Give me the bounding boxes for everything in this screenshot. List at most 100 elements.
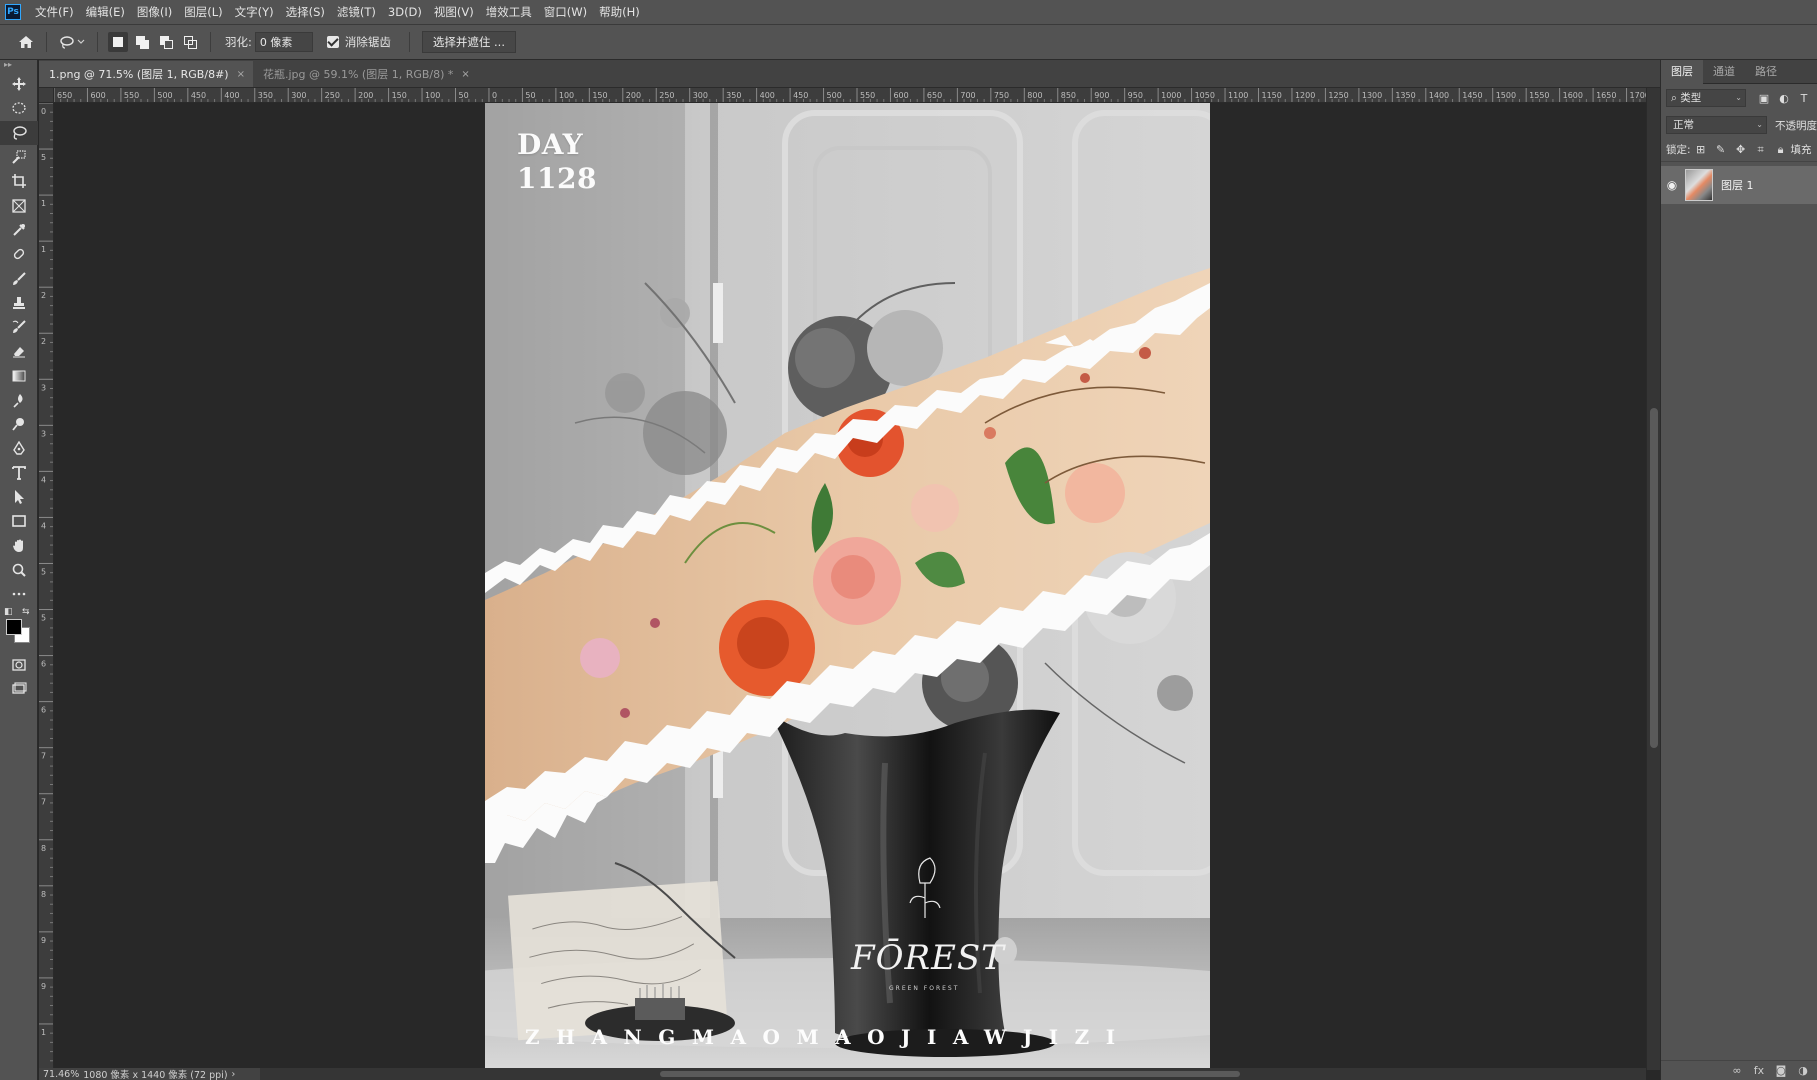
document-info: 1080 像素 x 1440 像素 (72 ppi)	[83, 1070, 228, 1080]
menu-select[interactable]: 选择(S)	[280, 0, 331, 25]
tab-1-png[interactable]: 1.png @ 71.5% (图层 1, RGB/8#) ×	[39, 61, 253, 87]
blur-tool-icon[interactable]	[0, 388, 38, 412]
menu-window[interactable]: 窗口(W)	[538, 0, 593, 25]
menu-image[interactable]: 图像(I)	[131, 0, 178, 25]
zoom-tool-icon[interactable]	[0, 558, 38, 582]
swap-colors-icon[interactable]: ⇆	[22, 607, 30, 617]
lock-all-icon[interactable]: 🔒︎	[1771, 141, 1791, 159]
close-icon[interactable]: ×	[237, 69, 245, 80]
lasso-preset-icon[interactable]	[55, 30, 89, 54]
link-layers-icon[interactable]: ∞	[1726, 1064, 1748, 1077]
vertical-scrollbar-thumb[interactable]	[1650, 408, 1658, 748]
healing-brush-tool-icon[interactable]	[0, 242, 38, 266]
lock-transparent-pixels-icon[interactable]: ⊞	[1691, 141, 1711, 159]
lasso-tool-icon[interactable]	[0, 120, 38, 145]
ruler-label: 650	[927, 91, 942, 100]
ruler-label: 600	[893, 91, 908, 100]
type-tool-icon[interactable]	[0, 461, 38, 485]
horizontal-scrollbar[interactable]	[260, 1068, 1646, 1080]
photoshop-logo-icon[interactable]: Ps	[5, 4, 21, 20]
poster-artwork	[485, 103, 1210, 1068]
new-selection-icon[interactable]	[108, 32, 128, 52]
intersect-selection-icon[interactable]	[180, 32, 200, 52]
history-brush-tool-icon[interactable]	[0, 315, 38, 339]
move-tool-icon[interactable]	[0, 72, 38, 96]
ruler-label: 150	[592, 91, 607, 100]
menu-help[interactable]: 帮助(H)	[593, 0, 646, 25]
menu-edit[interactable]: 编辑(E)	[80, 0, 131, 25]
vertical-scrollbar[interactable]	[1646, 88, 1660, 1070]
menu-bar: Ps 文件(F) 编辑(E) 图像(I) 图层(L) 文字(Y) 选择(S) 滤…	[0, 0, 1817, 25]
menu-plugins[interactable]: 增效工具	[480, 0, 538, 25]
eye-icon[interactable]: ◉	[1661, 178, 1683, 192]
tab-label: 花瓶.jpg @ 59.1% (图层 1, RGB/8) *	[262, 68, 454, 81]
quick-mask-icon[interactable]	[0, 653, 38, 677]
toolbar-grip-icon[interactable]: ▸▸	[0, 60, 37, 72]
status-bar: 71.46% 1080 像素 x 1440 像素 (72 ppi) ›	[39, 1068, 260, 1080]
marquee-tool-icon[interactable]	[0, 96, 38, 120]
ruler-label: 100	[559, 91, 574, 100]
screen-mode-icon[interactable]	[0, 677, 38, 701]
document-image[interactable]: DAY 1128 FŌREST GREEN FOREST ZHANGMAOMAO…	[485, 103, 1210, 1068]
ruler-label: 200	[626, 91, 641, 100]
default-colors-icon[interactable]: ◧	[4, 607, 13, 617]
antialias-checkbox[interactable]	[326, 36, 339, 48]
path-selection-tool-icon[interactable]	[0, 485, 38, 509]
eraser-tool-icon[interactable]	[0, 339, 38, 363]
status-arrow-icon[interactable]: ›	[232, 1069, 236, 1080]
select-and-mask-button[interactable]: 选择并遮住 ...	[421, 31, 516, 53]
frame-tool-icon[interactable]	[0, 193, 38, 217]
tab-vase-jpg[interactable]: 花瓶.jpg @ 59.1% (图层 1, RGB/8) * ×	[253, 61, 478, 87]
more-tools-icon[interactable]	[0, 582, 38, 606]
menu-filter[interactable]: 滤镜(T)	[331, 0, 382, 25]
eyedropper-tool-icon[interactable]	[0, 218, 38, 242]
forest-logo-subtext: GREEN FOREST	[889, 985, 960, 992]
rectangle-tool-icon[interactable]	[0, 509, 38, 533]
gradient-tool-icon[interactable]	[0, 364, 38, 388]
layer-thumbnail[interactable]	[1685, 169, 1713, 201]
object-selection-tool-icon[interactable]	[0, 145, 38, 169]
vertical-ruler[interactable]: 0 5 1 1 2 2 3 3 4 4 5 5 6 6 7 7 8 8 9 9 1	[39, 103, 54, 1070]
hand-tool-icon[interactable]	[0, 534, 38, 558]
horizontal-ruler[interactable]: 650 600 550 500 450 400 350 300 250 200 150 100 50 0 5…	[54, 88, 1660, 103]
home-icon[interactable]	[14, 30, 38, 54]
close-icon[interactable]: ×	[461, 69, 469, 80]
feather-input[interactable]	[254, 32, 313, 52]
add-to-selection-icon[interactable]	[132, 32, 152, 52]
clone-stamp-tool-icon[interactable]	[0, 291, 38, 315]
blend-mode-select[interactable]: 正常 ⌄	[1666, 116, 1767, 134]
adjustment-layer-icon[interactable]: ◑	[1792, 1064, 1814, 1077]
image-filter-icon[interactable]: ▣	[1754, 89, 1774, 107]
menu-layer[interactable]: 图层(L)	[178, 0, 228, 25]
lock-image-pixels-icon[interactable]: ✎	[1711, 141, 1731, 159]
tab-layers[interactable]: 图层	[1661, 59, 1703, 84]
pen-tool-icon[interactable]	[0, 436, 38, 460]
subtract-from-selection-icon[interactable]	[156, 32, 176, 52]
dodge-tool-icon[interactable]	[0, 412, 38, 436]
lock-position-icon[interactable]: ✥	[1731, 141, 1751, 159]
menu-file[interactable]: 文件(F)	[29, 0, 80, 25]
ruler-label: 750	[994, 91, 1009, 100]
zoom-level[interactable]: 71.46%	[43, 1069, 79, 1080]
adjustment-filter-icon[interactable]: ◐	[1774, 89, 1794, 107]
layer-filter-row: ⌕ 类型 ⌄ ▣ ◐ T	[1661, 84, 1817, 112]
lock-artboard-icon[interactable]: ⌗	[1751, 141, 1771, 159]
brush-tool-icon[interactable]	[0, 266, 38, 290]
ruler-label: 1050	[1195, 91, 1215, 100]
tab-channels[interactable]: 通道	[1703, 60, 1745, 84]
horizontal-scrollbar-thumb[interactable]	[660, 1071, 1240, 1077]
ruler-label: 3	[41, 429, 46, 438]
foreground-color-swatch[interactable]	[6, 618, 22, 635]
tab-paths[interactable]: 路径	[1745, 60, 1787, 84]
layer-filter-select[interactable]: ⌕ 类型 ⌄	[1666, 89, 1746, 107]
color-swatches: ◧ ⇆	[0, 607, 38, 653]
crop-tool-icon[interactable]	[0, 169, 38, 193]
menu-type[interactable]: 文字(Y)	[229, 0, 280, 25]
layer-name[interactable]: 图层 1	[1721, 177, 1754, 193]
add-mask-icon[interactable]: ◙	[1770, 1064, 1792, 1077]
layer-row[interactable]: ◉ 图层 1	[1661, 166, 1817, 204]
menu-view[interactable]: 视图(V)	[428, 0, 480, 25]
menu-3d[interactable]: 3D(D)	[382, 0, 428, 25]
fx-icon[interactable]: fx	[1748, 1064, 1770, 1077]
type-filter-icon[interactable]: T	[1794, 89, 1814, 107]
